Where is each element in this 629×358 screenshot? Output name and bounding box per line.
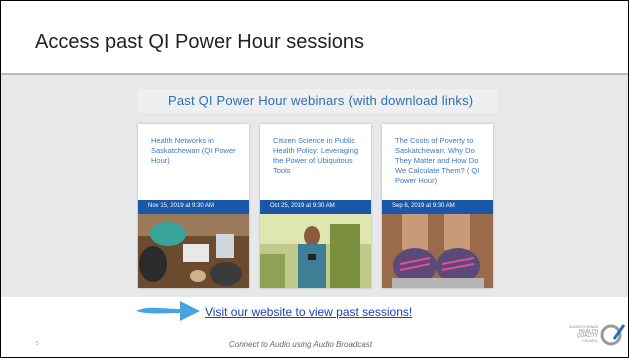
webinar-card-date-bar: Oct 25, 2019 at 9:30 AM	[260, 200, 371, 214]
slide-title: Access past QI Power Hour sessions	[35, 31, 365, 53]
webinar-card-date-bar: Sep 6, 2019 at 9:30 AM	[382, 200, 493, 214]
meeting-table-photo	[138, 214, 249, 288]
logo-q-icon	[600, 324, 626, 346]
webinar-card-title[interactable]: Health Networks in Saskatchewan (QI Powe…	[151, 136, 241, 166]
webinar-card-date: Oct 25, 2019 at 9:30 AM	[270, 203, 335, 209]
webinar-card[interactable]: The Costs of Poverty to Saskatchewan: Wh…	[382, 124, 493, 288]
title-area: Access past QI Power Hour sessions	[1, 1, 628, 71]
webinar-card-title[interactable]: Citizen Science in Public Health Policy:…	[273, 136, 363, 176]
sneakers-photo	[382, 214, 493, 288]
person-with-phone-photo	[260, 214, 371, 288]
logo-text: SASKATCHEWAN HEALTH QUALITY COUNCIL	[564, 325, 598, 343]
webinar-card-title[interactable]: The Costs of Poverty to Saskatchewan: Wh…	[395, 136, 485, 186]
webinar-card-date: Nov 15, 2019 at 9:30 AM	[148, 203, 215, 209]
webinars-heading: Past QI Power Hour webinars (with downlo…	[168, 93, 474, 108]
logo-line: COUNCIL	[582, 338, 598, 343]
slide: Access past QI Power Hour sessions Past …	[0, 0, 629, 358]
webinar-card[interactable]: Health Networks in Saskatchewan (QI Powe…	[138, 124, 249, 288]
past-sessions-link[interactable]: Visit our website to view past sessions!	[205, 305, 412, 319]
webinar-card[interactable]: Citizen Science in Public Health Policy:…	[260, 124, 371, 288]
webinar-card-date: Sep 6, 2019 at 9:30 AM	[392, 203, 455, 209]
webinar-screenshot: Past QI Power Hour webinars (with downlo…	[1, 75, 628, 297]
arrow-right-icon	[136, 301, 200, 321]
footer-note: Connect to Audio using Audio Broadcast	[229, 340, 373, 349]
hqc-logo: SASKATCHEWAN HEALTH QUALITY COUNCIL	[564, 319, 628, 351]
page-number: 5	[36, 341, 39, 347]
webinar-card-date-bar: Nov 15, 2019 at 9:30 AM	[138, 200, 249, 214]
webinars-banner: Past QI Power Hour webinars (with downlo…	[138, 89, 498, 113]
